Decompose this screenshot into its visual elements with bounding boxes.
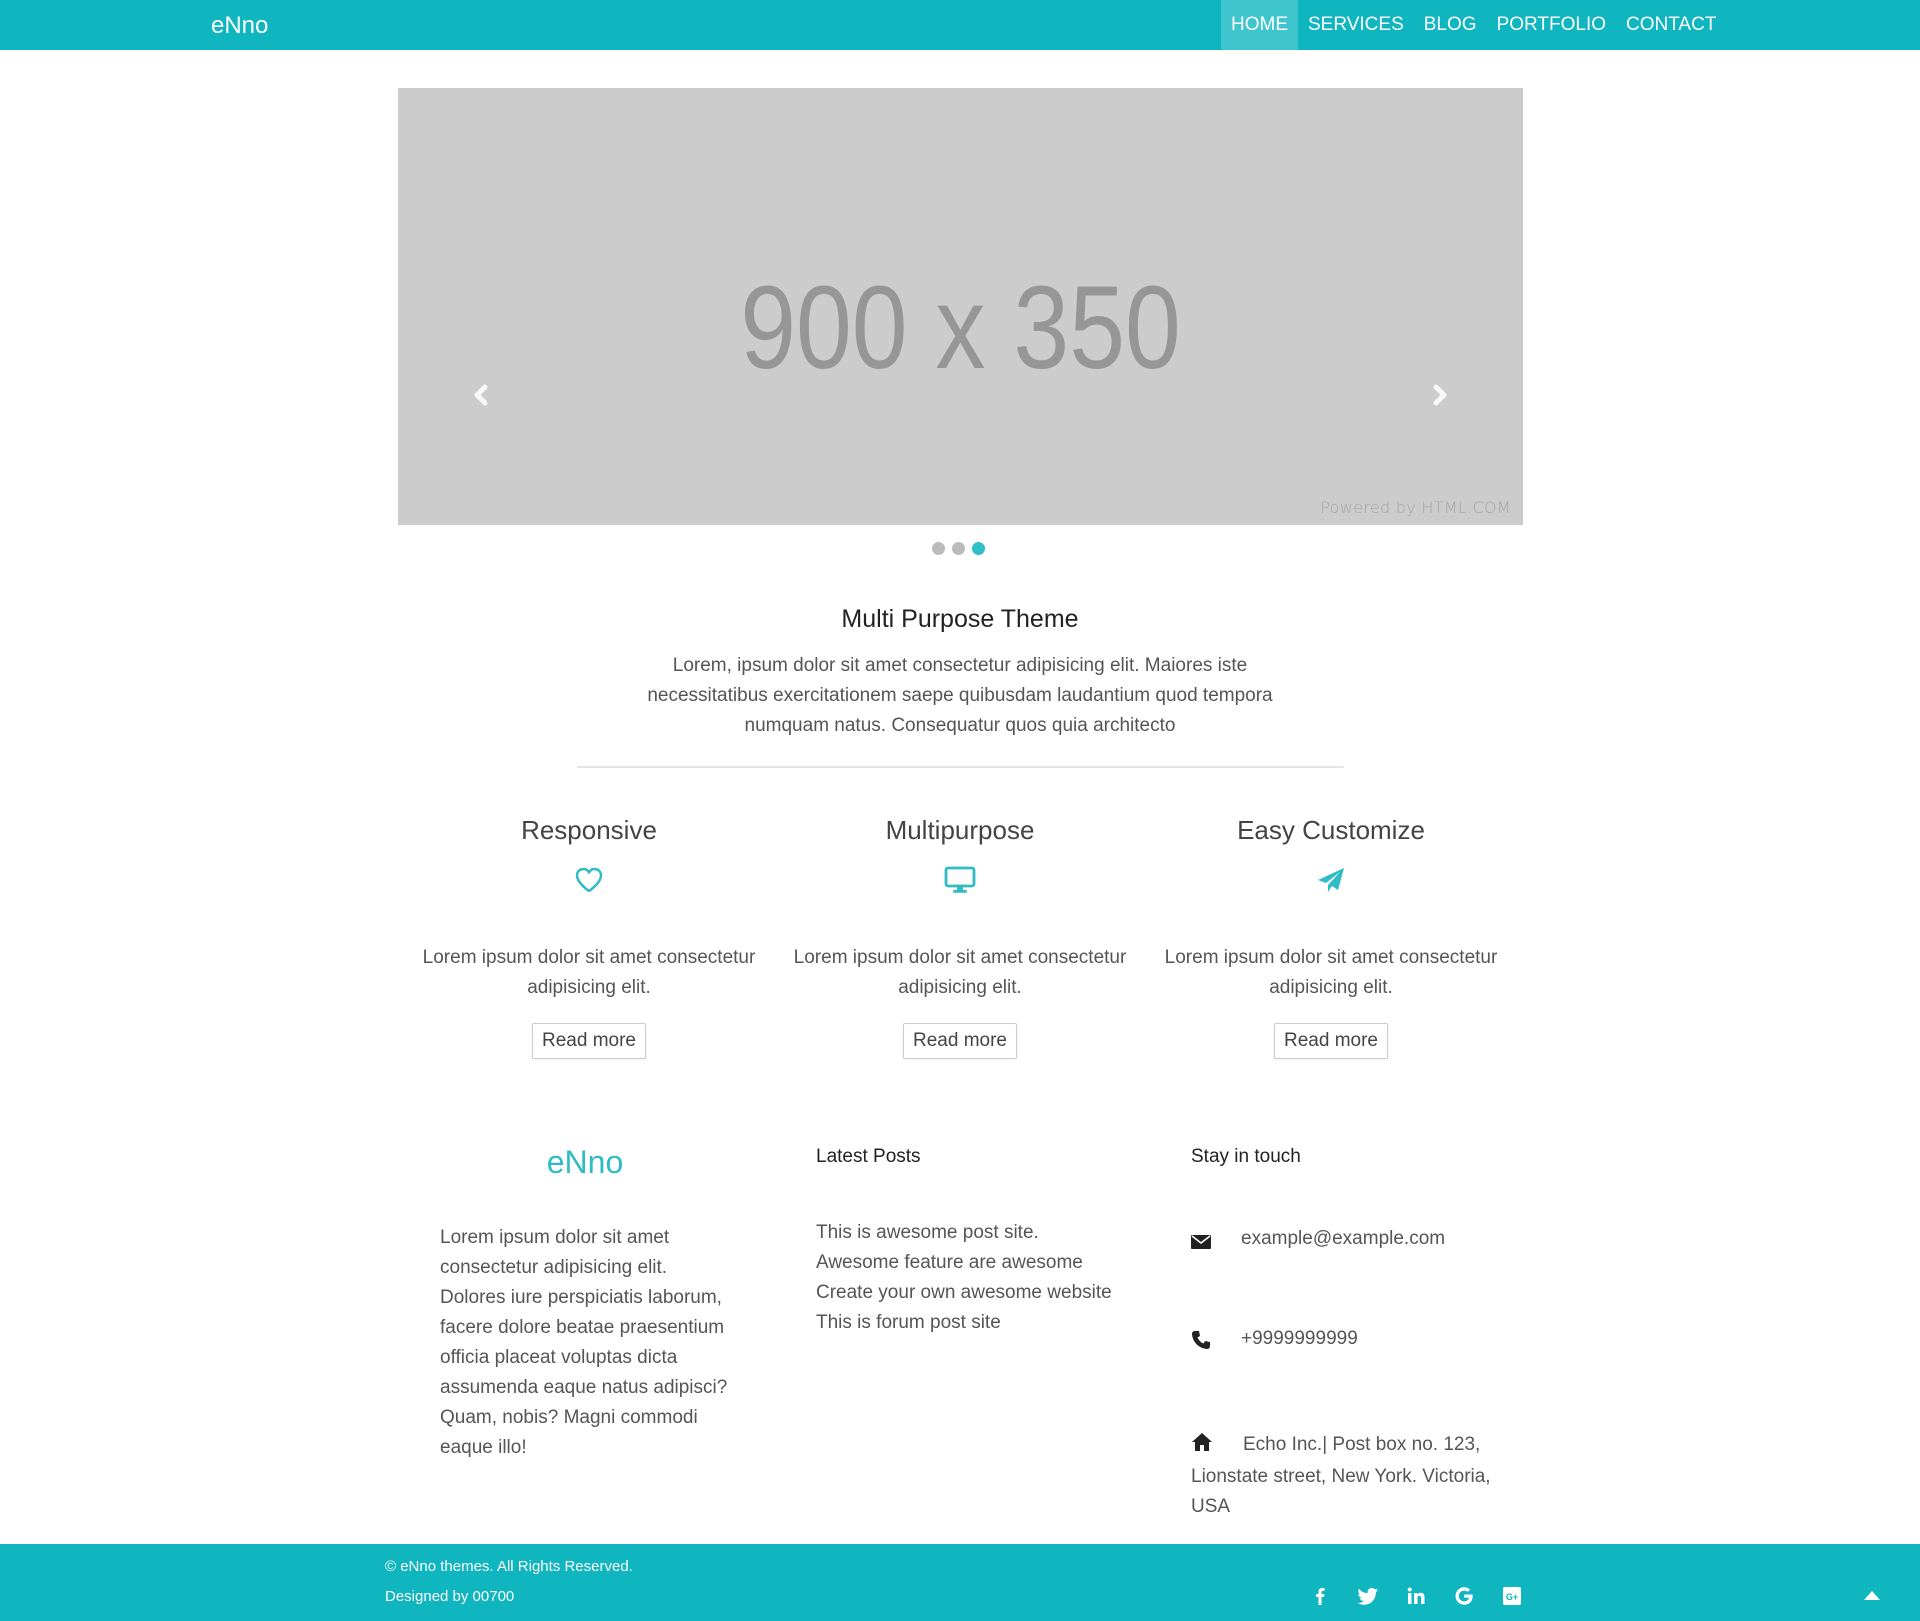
designed-by-text: Designed by 00700: [385, 1588, 515, 1605]
footer-contact: Stay in touch example@example.com +99999…: [1191, 1140, 1501, 1522]
scroll-to-top-icon[interactable]: [1862, 1587, 1882, 1601]
nav-contact[interactable]: CONTACT: [1616, 0, 1726, 50]
feature-title: Multipurpose: [885, 815, 1035, 845]
paper-plane-icon: [1316, 866, 1346, 898]
nav-home[interactable]: HOME: [1221, 0, 1298, 50]
contact-email[interactable]: example@example.com: [1241, 1224, 1445, 1260]
carousel-dot-1[interactable]: [932, 542, 945, 555]
desktop-icon: [944, 866, 976, 898]
social-links: G+: [1308, 1584, 1524, 1608]
heart-icon: [574, 866, 604, 898]
footer-latest-posts: Latest Posts This is awesome post site. …: [816, 1140, 1116, 1338]
carousel-dot-2[interactable]: [952, 542, 965, 555]
footer-about-text: Lorem ipsum dolor sit amet consectetur a…: [440, 1227, 728, 1458]
copyright-text: © eNno themes. All Rights Reserved.: [385, 1558, 633, 1575]
home-icon: [1191, 1430, 1243, 1462]
feature-multipurpose: Multipurpose Lorem ipsum dolor sit amet …: [770, 815, 1150, 1059]
post-link[interactable]: Create your own awesome website: [816, 1282, 1112, 1303]
feature-easy-customize: Easy Customize Lorem ipsum dolor sit ame…: [1141, 815, 1521, 1059]
main-nav: HOME SERVICES BLOG PORTFOLIO CONTACT: [1221, 0, 1726, 50]
feature-responsive: Responsive Lorem ipsum dolor sit amet co…: [399, 815, 779, 1059]
contact-email-row: example@example.com: [1191, 1224, 1501, 1260]
list-item: This is awesome post site.: [816, 1218, 1116, 1248]
nav-services[interactable]: SERVICES: [1298, 0, 1414, 50]
carousel-prev-arrow-icon[interactable]: [466, 380, 496, 410]
feature-text: Lorem ipsum dolor sit amet consectetur a…: [1164, 947, 1498, 998]
linkedin-icon[interactable]: [1404, 1584, 1428, 1608]
post-link[interactable]: This is forum post site: [816, 1312, 1001, 1333]
nav-blog[interactable]: BLOG: [1414, 0, 1487, 50]
footer-about: eNno Lorem ipsum dolor sit amet consecte…: [440, 1140, 730, 1463]
contact-title: Stay in touch: [1191, 1146, 1301, 1167]
contact-address-row: Echo Inc.| Post box no. 123, Lionstate s…: [1191, 1430, 1501, 1522]
intro-title: Multi Purpose Theme: [841, 605, 1079, 633]
nav-portfolio[interactable]: PORTFOLIO: [1487, 0, 1616, 50]
footer-bar: © eNno themes. All Rights Reserved. Desi…: [0, 1544, 1920, 1621]
contact-phone[interactable]: +9999999999: [1241, 1324, 1358, 1360]
contact-phone-row: +9999999999: [1191, 1324, 1501, 1360]
brand-logo[interactable]: eNno: [211, 12, 268, 40]
feature-text: Lorem ipsum dolor sit amet consectetur a…: [422, 947, 756, 998]
feature-title: Responsive: [521, 815, 657, 845]
google-icon[interactable]: [1452, 1584, 1476, 1608]
powered-by-label: Powered by HTML.COM: [1320, 498, 1511, 517]
list-item: Awesome feature are awesome: [816, 1248, 1116, 1278]
section-divider: [577, 766, 1344, 768]
carousel: 900 x 350 Powered by HTML.COM: [398, 88, 1523, 525]
posts-list: This is awesome post site. Awesome featu…: [816, 1218, 1116, 1338]
footer-copy: © eNno themes. All Rights Reserved. Desi…: [385, 1552, 633, 1612]
list-item: Create your own awesome website: [816, 1278, 1116, 1308]
footer-brand: eNno: [546, 1144, 624, 1180]
carousel-dot-3[interactable]: [972, 542, 985, 555]
read-more-button[interactable]: Read more: [532, 1023, 646, 1059]
carousel-next-arrow-icon[interactable]: [1425, 380, 1455, 410]
envelope-icon: [1191, 1224, 1241, 1260]
feature-text: Lorem ipsum dolor sit amet consectetur a…: [793, 947, 1127, 998]
svg-text:G+: G+: [1506, 1592, 1518, 1602]
read-more-button[interactable]: Read more: [903, 1023, 1017, 1059]
feature-title: Easy Customize: [1237, 815, 1425, 845]
carousel-indicators: [932, 542, 985, 555]
intro-text: Lorem, ipsum dolor sit amet consectetur …: [647, 655, 1273, 736]
list-item: This is forum post site: [816, 1308, 1116, 1338]
facebook-icon[interactable]: [1308, 1584, 1332, 1608]
placeholder-image-text: 900 x 350: [740, 262, 1181, 394]
latest-posts-title: Latest Posts: [816, 1146, 921, 1167]
phone-icon: [1191, 1324, 1241, 1360]
google-plus-icon[interactable]: G+: [1500, 1584, 1524, 1608]
post-link[interactable]: This is awesome post site.: [816, 1222, 1039, 1243]
post-link[interactable]: Awesome feature are awesome: [816, 1252, 1083, 1273]
read-more-button[interactable]: Read more: [1274, 1023, 1388, 1059]
navbar: eNno HOME SERVICES BLOG PORTFOLIO CONTAC…: [0, 0, 1920, 50]
twitter-icon[interactable]: [1356, 1584, 1380, 1608]
